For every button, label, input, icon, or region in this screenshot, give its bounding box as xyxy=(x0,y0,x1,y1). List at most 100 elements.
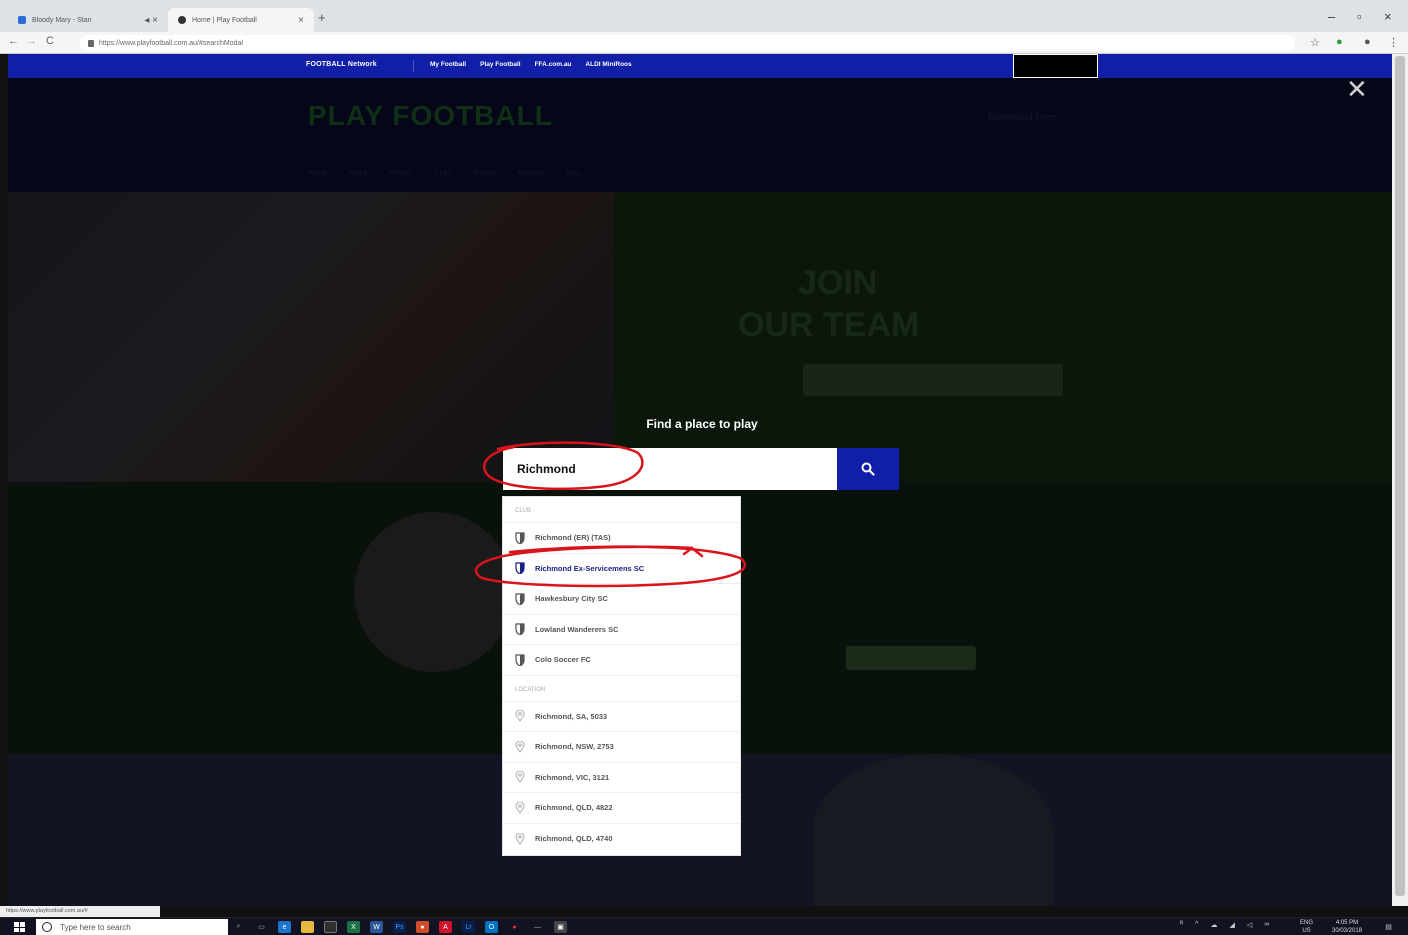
shield-icon xyxy=(513,653,527,667)
search-results-dropdown: CLUB Richmond (ER) (TAS) Richmond Ex-Ser… xyxy=(502,496,741,856)
network-link-ffa[interactable]: FFA.com.au xyxy=(535,61,572,68)
onedrive-icon[interactable]: ☁ xyxy=(1210,921,1217,929)
outlook-icon[interactable]: O xyxy=(485,921,498,933)
mid-button xyxy=(846,646,976,670)
club-result-richmond-ex-servicemens[interactable]: Richmond Ex-Servicemens SC xyxy=(503,554,740,584)
nav-item: Players xyxy=(388,170,413,177)
taskbar-apps: ⌕ ▭ e X W Ps ● A Lr O ● — ▣ xyxy=(232,921,567,933)
volume-icon[interactable]: ◁ xyxy=(1247,921,1252,929)
shield-icon xyxy=(513,592,527,606)
bookmark-star-icon[interactable]: ☆ xyxy=(1310,36,1320,49)
search-input[interactable] xyxy=(503,448,837,490)
lock-icon xyxy=(88,39,94,47)
club-result-hawkesbury-city[interactable]: Hawkesbury City SC xyxy=(503,584,740,615)
close-window-icon[interactable]: × xyxy=(1384,9,1392,24)
profile-icon[interactable]: ● xyxy=(1364,36,1371,48)
app-icon-red[interactable]: ● xyxy=(508,921,521,933)
nav-item: Clubs xyxy=(434,170,453,177)
photos-icon[interactable]: ▣ xyxy=(554,921,567,933)
location-pin-icon xyxy=(513,801,527,815)
back-icon[interactable]: ← xyxy=(8,35,19,47)
nav-item: Events xyxy=(474,170,496,177)
location-result[interactable]: Richmond, SA, 5033 xyxy=(503,702,740,732)
cortana-icon xyxy=(42,922,52,932)
location-result-label: Richmond, QLD, 4740 xyxy=(535,834,613,844)
tab-close-icon[interactable]: × xyxy=(298,15,304,26)
extension-icon[interactable]: ● xyxy=(1336,36,1343,48)
maximize-icon[interactable]: ▫ xyxy=(1357,9,1362,24)
address-bar[interactable]: https://www.playfootball.com.au/#searchM… xyxy=(80,35,1295,51)
location-result[interactable]: Richmond, VIC, 3121 xyxy=(503,763,740,793)
tray-chevron-icon[interactable]: ^ xyxy=(1195,921,1198,929)
redacted-box xyxy=(1013,54,1098,78)
shield-icon xyxy=(513,622,527,636)
taskbar-search-placeholder: Type here to search xyxy=(60,922,131,932)
windows-start-icon[interactable] xyxy=(14,922,26,932)
reload-icon[interactable]: C xyxy=(46,35,54,47)
power-icon[interactable]: ∞ xyxy=(1264,921,1269,929)
file-explorer-icon[interactable] xyxy=(301,921,314,933)
hero-heading: JOIN OUR TEAM xyxy=(738,264,920,344)
shield-icon xyxy=(513,561,527,575)
location-result[interactable]: Richmond, NSW, 2753 xyxy=(503,732,740,763)
close-modal-icon[interactable]: ✕ xyxy=(1346,76,1368,102)
club-result-lowland-wanderers[interactable]: Lowland Wanderers SC xyxy=(503,615,740,645)
page-scrollbar-thumb[interactable] xyxy=(1395,56,1405,896)
network-link-play-football[interactable]: Play Football xyxy=(480,61,520,68)
location-result[interactable]: Richmond, QLD, 4740 xyxy=(503,824,740,855)
club-result-richmond-er-tas[interactable]: Richmond (ER) (TAS) xyxy=(503,523,740,554)
location-pin-icon xyxy=(513,832,527,846)
playfootball-favicon-icon xyxy=(178,16,186,24)
modal-title: Find a place to play xyxy=(646,417,758,431)
browser-tab-playfootball[interactable]: Home | Play Football × xyxy=(168,8,314,32)
minimized-app-icon[interactable]: — xyxy=(531,921,544,933)
location-result[interactable]: Richmond, QLD, 4822 xyxy=(503,793,740,824)
browser-toolbar: ← → C https://www.playfootball.com.au/#s… xyxy=(0,32,1408,54)
club-result-label: Lowland Wanderers SC xyxy=(535,624,619,634)
photoshop-icon[interactable]: Ps xyxy=(393,921,406,933)
club-result-label: Richmond Ex-Servicemens SC xyxy=(535,563,645,573)
network-icon[interactable]: ◢ xyxy=(1229,921,1234,929)
edge-icon[interactable]: e xyxy=(278,921,291,933)
notifications-icon[interactable]: ▤ xyxy=(1382,921,1395,933)
language-indicator[interactable]: ENG US xyxy=(1300,919,1313,935)
hero-button xyxy=(803,364,1063,396)
forward-icon[interactable]: → xyxy=(26,35,37,47)
hero-photo xyxy=(8,192,614,482)
microphone-icon[interactable]: ⌕ xyxy=(232,921,245,933)
people-icon[interactable]: ᴿ xyxy=(1180,921,1183,929)
network-link-aldi-miniroos[interactable]: ALDI MiniRoos xyxy=(585,61,631,68)
search-button[interactable] xyxy=(837,448,899,490)
network-brand[interactable]: FOOTBALL Network xyxy=(306,61,377,68)
tab-mute-icon[interactable]: ◂ × xyxy=(144,15,158,26)
windows-taskbar: Type here to search ⌕ ▭ e X W Ps ● A Lr … xyxy=(0,917,1408,935)
taskbar-search-box[interactable]: Type here to search xyxy=(36,919,228,935)
stan-favicon-icon xyxy=(18,16,26,24)
chrome-icon[interactable]: ● xyxy=(416,921,429,933)
network-divider xyxy=(413,60,414,72)
new-tab-button[interactable]: + xyxy=(318,10,326,25)
lightroom-icon[interactable]: Lr xyxy=(462,921,475,933)
store-icon[interactable] xyxy=(324,921,337,933)
menu-kebab-icon[interactable]: ⋮ xyxy=(1388,36,1399,49)
club-result-colo-soccer[interactable]: Colo Soccer FC xyxy=(503,645,740,676)
browser-tab-stan[interactable]: Bloody Mary - Stan ◂ × xyxy=(8,8,168,32)
location-pin-icon xyxy=(513,740,527,754)
system-tray: ᴿ ^ ☁ ◢ ◁ ∞ xyxy=(1180,921,1269,929)
bottom-photo xyxy=(813,754,1053,906)
circle-photo xyxy=(354,512,514,672)
word-icon[interactable]: W xyxy=(370,921,383,933)
location-result-label: Richmond, QLD, 4822 xyxy=(535,803,613,813)
network-links: My Football Play Football FFA.com.au ALD… xyxy=(430,61,632,68)
tab-title: Bloody Mary - Stan xyxy=(32,16,92,24)
nav-item: Help xyxy=(566,170,581,177)
acrobat-icon[interactable]: A xyxy=(439,921,452,933)
task-view-icon[interactable]: ▭ xyxy=(255,921,268,933)
location-result-label: Richmond, NSW, 2753 xyxy=(535,742,614,752)
excel-icon[interactable]: X xyxy=(347,921,360,933)
minimize-icon[interactable]: – xyxy=(1328,9,1335,24)
club-result-label: Hawkesbury City SC xyxy=(535,594,608,604)
taskbar-clock[interactable]: 4:05 PM 30/03/2018 xyxy=(1332,919,1362,935)
network-link-my-football[interactable]: My Football xyxy=(430,61,466,68)
location-pin-icon xyxy=(513,709,527,723)
